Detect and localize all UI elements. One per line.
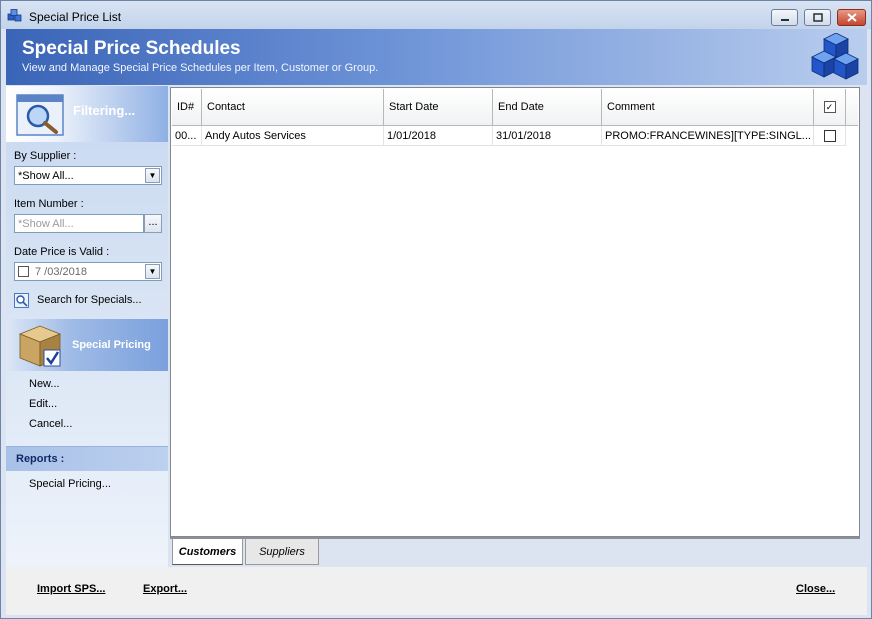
special-pricing-report-link[interactable]: Special Pricing... bbox=[29, 478, 111, 490]
column-header-start-date[interactable]: Start Date bbox=[384, 89, 493, 126]
search-specials-label: Search for Specials... bbox=[37, 294, 142, 306]
cell-comment: PROMO:FRANCEWINES][TYPE:SINGL... bbox=[602, 126, 814, 146]
restore-icon bbox=[812, 13, 823, 22]
item-browse-button[interactable]: ... bbox=[144, 214, 162, 233]
chevron-down-icon[interactable]: ▼ bbox=[145, 264, 160, 279]
cell-id: 00... bbox=[172, 126, 202, 146]
supplier-dropdown[interactable]: *Show All... ▼ bbox=[14, 166, 162, 185]
minimize-icon bbox=[780, 18, 789, 21]
table-row[interactable]: 00... Andy Autos Services 1/01/2018 31/0… bbox=[172, 126, 858, 146]
cancel-link[interactable]: Cancel... bbox=[29, 418, 72, 430]
special-pricing-header: Special Pricing bbox=[6, 319, 168, 371]
cell-start-date: 1/01/2018 bbox=[384, 126, 493, 146]
grid-header: ID# Contact Start Date End Date Comment … bbox=[172, 89, 858, 126]
reports-label: Reports : bbox=[16, 453, 65, 465]
column-header-comment[interactable]: Comment bbox=[602, 89, 814, 126]
edit-link[interactable]: Edit... bbox=[29, 398, 57, 410]
close-window-button[interactable] bbox=[837, 9, 866, 26]
supplier-label: By Supplier : bbox=[14, 150, 77, 162]
close-icon bbox=[846, 13, 857, 22]
date-enable-checkbox[interactable] bbox=[18, 266, 29, 277]
minimize-button[interactable] bbox=[771, 9, 798, 26]
item-number-placeholder: *Show All... bbox=[18, 218, 74, 230]
restore-button[interactable] bbox=[804, 9, 831, 26]
window-title: Special Price List bbox=[29, 10, 122, 24]
page-title: Special Price Schedules bbox=[22, 38, 241, 59]
app-icon bbox=[7, 9, 22, 22]
close-link[interactable]: Close... bbox=[796, 583, 835, 595]
row-select-checkbox[interactable] bbox=[823, 129, 836, 142]
column-header-id[interactable]: ID# bbox=[172, 89, 202, 126]
special-price-grid[interactable]: ID# Contact Start Date End Date Comment … bbox=[170, 87, 860, 537]
column-header-contact[interactable]: Contact bbox=[202, 89, 384, 126]
new-link[interactable]: New... bbox=[29, 378, 60, 390]
cell-contact: Andy Autos Services bbox=[202, 126, 384, 146]
page-subtitle: View and Manage Special Price Schedules … bbox=[22, 62, 379, 74]
main-window: Special Price List Special Price Schedul… bbox=[0, 0, 872, 619]
cell-select bbox=[814, 126, 846, 146]
item-number-label: Item Number : bbox=[14, 198, 84, 210]
tab-customers[interactable]: Customers bbox=[172, 539, 243, 565]
date-valid-label: Date Price is Valid : bbox=[14, 246, 110, 258]
export-link[interactable]: Export... bbox=[143, 583, 187, 595]
magnifier-icon bbox=[16, 94, 64, 136]
date-valid-picker[interactable]: 7 /03/2018 ▼ bbox=[14, 262, 162, 281]
chevron-down-icon[interactable]: ▼ bbox=[145, 168, 160, 183]
reports-header: Reports : bbox=[6, 446, 168, 471]
title-bar: Special Price List bbox=[1, 1, 871, 29]
select-all-checkbox[interactable]: ✓ bbox=[823, 101, 836, 113]
header-filler bbox=[846, 89, 858, 126]
filtering-header: Filtering... bbox=[6, 86, 168, 142]
item-number-input[interactable]: *Show All... bbox=[14, 214, 144, 233]
box-check-icon bbox=[18, 325, 62, 367]
date-valid-value: 7 /03/2018 bbox=[35, 266, 87, 278]
search-icon bbox=[14, 292, 29, 308]
header-banner: Special Price Schedules View and Manage … bbox=[6, 29, 867, 85]
contact-type-tabs: Customers Suppliers bbox=[170, 537, 860, 565]
column-header-select[interactable]: ✓ bbox=[814, 89, 846, 126]
filtering-label: Filtering... bbox=[73, 103, 136, 118]
cell-end-date: 31/01/2018 bbox=[493, 126, 602, 146]
tab-suppliers[interactable]: Suppliers bbox=[245, 539, 319, 565]
column-header-end-date[interactable]: End Date bbox=[493, 89, 602, 126]
bottom-bar: Import SPS... Export... Close... bbox=[6, 567, 867, 615]
left-panel: Filtering... By Supplier : *Show All... … bbox=[6, 86, 168, 567]
import-sps-link[interactable]: Import SPS... bbox=[37, 583, 105, 595]
search-specials-link[interactable]: Search for Specials... bbox=[14, 292, 142, 308]
cubes-logo-icon bbox=[811, 33, 859, 80]
special-pricing-label: Special Pricing bbox=[72, 339, 151, 351]
supplier-value: *Show All... bbox=[18, 170, 74, 182]
